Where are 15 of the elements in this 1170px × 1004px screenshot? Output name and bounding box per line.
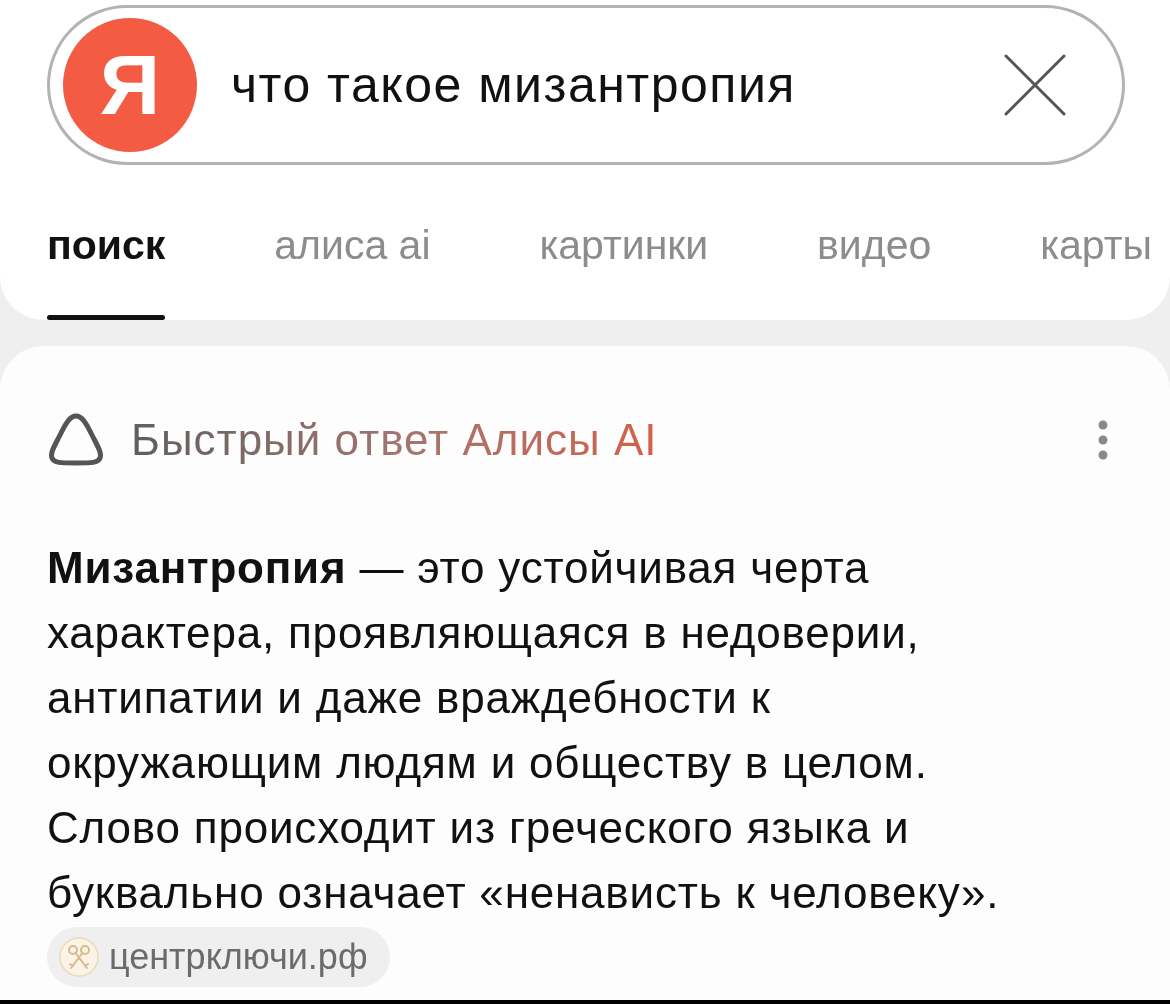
- search-bar[interactable]: Я что такое мизантропия: [47, 5, 1125, 165]
- tab[interactable]: алиса ai: [274, 221, 431, 269]
- tab[interactable]: карты: [1040, 221, 1152, 269]
- more-icon: [1098, 419, 1108, 460]
- answer-text: Мизантропия — это устойчивая черта характера, проявляющаяся в недоверии, антипатии и даже враждебности к окружающим людям и обществу в целом. Слово происходит из греческого языка и буквально означает «ненависть к человеку».: [47, 542, 1001, 919]
- tab[interactable]: картинки: [539, 221, 709, 269]
- search-logo[interactable]: Я: [63, 18, 197, 152]
- crossed-keys-icon: [59, 937, 99, 977]
- search-field[interactable]: что такое мизантропия: [231, 55, 984, 115]
- tab[interactable]: видео: [817, 221, 932, 269]
- source-link[interactable]: центрключи.рф: [47, 927, 390, 987]
- close-icon: [1004, 54, 1066, 116]
- clear-button[interactable]: [1004, 54, 1066, 116]
- tab[interactable]: поиск: [47, 221, 166, 269]
- rounded-triangle-icon: [47, 412, 105, 467]
